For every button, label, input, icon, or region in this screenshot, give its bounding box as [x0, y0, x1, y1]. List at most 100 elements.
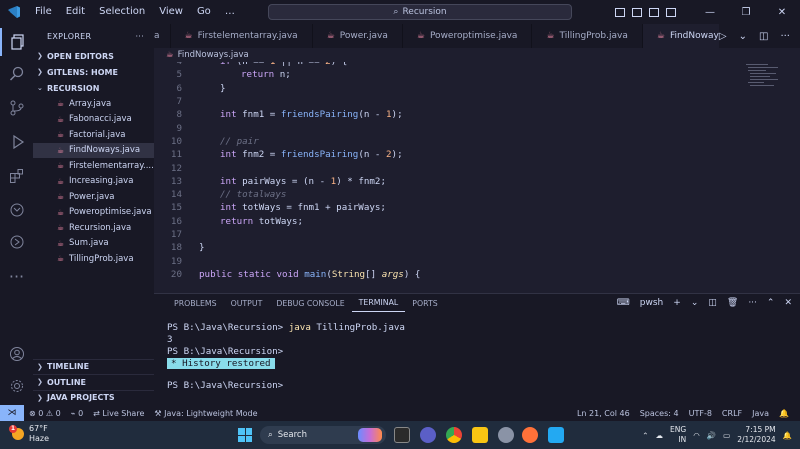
tray-overflow-icon[interactable]: ⌃ — [642, 431, 648, 440]
customize-layout-icon[interactable] — [666, 7, 676, 17]
restore-icon[interactable]: ❐ — [728, 7, 764, 18]
file-item[interactable]: ☕ Poweroptimise.java — [33, 205, 154, 221]
problems-status[interactable]: ⊗ 0 ⚠ 0 — [24, 409, 66, 418]
settings-app-icon[interactable] — [498, 427, 514, 443]
menu-view[interactable]: View — [152, 0, 190, 24]
outline-section[interactable]: ❯ OUTLINE — [33, 374, 154, 390]
browser-app-icon[interactable] — [522, 427, 538, 443]
file-item[interactable]: ☕ TillingProb.java — [33, 251, 154, 267]
notifications-bell-icon[interactable]: 🔔 — [774, 409, 794, 418]
command-center-search[interactable]: ⌕ Recursion — [268, 4, 572, 20]
copilot-icon[interactable] — [358, 428, 382, 442]
split-editor-icon[interactable]: ◫ — [759, 31, 768, 42]
maximize-panel-icon[interactable]: ⌃ — [767, 298, 775, 308]
tab-tillingprob[interactable]: ☕ TillingProb.java — [532, 24, 643, 48]
file-item[interactable]: ☕ Fabonacci.java — [33, 112, 154, 128]
timeline-section[interactable]: ❯ TIMELINE — [33, 358, 154, 375]
tab-overflow[interactable]: a — [154, 24, 171, 48]
java-mode-status[interactable]: ⚒ Java: Lightweight Mode — [149, 409, 262, 418]
toggle-sidebar-icon[interactable] — [615, 7, 625, 17]
chrome-icon[interactable] — [446, 427, 462, 443]
toggle-panel-icon[interactable] — [632, 7, 642, 17]
menu-go[interactable]: Go — [190, 0, 218, 24]
menu-file[interactable]: File — [28, 0, 59, 24]
close-panel-icon[interactable]: ✕ — [784, 298, 792, 308]
tab-power[interactable]: ☕ Power.java — [313, 24, 403, 48]
file-item[interactable]: ☕ Array.java — [33, 96, 154, 112]
remote-explorer-icon[interactable] — [0, 196, 33, 224]
tab-poweroptimise[interactable]: ☕ Poweroptimise.java — [403, 24, 533, 48]
recursion-folder[interactable]: ⌄ RECURSION — [33, 80, 154, 96]
task-view-icon[interactable] — [394, 427, 410, 443]
live-share-status[interactable]: ⇄ Live Share — [88, 409, 149, 418]
file-item[interactable]: ☕ Sum.java — [33, 236, 154, 252]
run-java-icon[interactable]: ▷ — [719, 31, 727, 42]
minimize-icon[interactable]: — — [692, 7, 728, 18]
explorer-icon[interactable] — [0, 28, 33, 56]
indentation[interactable]: Spaces: 4 — [635, 409, 684, 418]
notification-icon[interactable]: 🔔 — [783, 431, 792, 440]
file-explorer-icon[interactable] — [472, 427, 488, 443]
tab-label: Poweroptimise.java — [429, 31, 518, 41]
search-view-icon[interactable] — [0, 60, 33, 88]
code-editor[interactable]: 4if (n == 1 || n == 2) {5return n;6}78in… — [154, 62, 800, 293]
teams-chat-icon[interactable] — [420, 427, 436, 443]
gitlens-home-section[interactable]: ❯ GITLENS: HOME — [33, 64, 154, 80]
explorer-more-icon[interactable]: ··· — [135, 32, 144, 41]
tab-output[interactable]: OUTPUT — [224, 294, 270, 312]
toggle-secondary-sidebar-icon[interactable] — [649, 7, 659, 17]
terminal-dropdown-icon[interactable]: ⌄ — [691, 298, 699, 308]
close-window-icon[interactable]: ✕ — [764, 7, 800, 18]
line-ending[interactable]: CRLF — [717, 409, 747, 418]
tab-problems[interactable]: PROBLEMS — [167, 294, 224, 312]
ports-status[interactable]: ⌁ 0 — [66, 409, 88, 418]
tab-firstelementarray[interactable]: ☕ Firstelementarray.java — [171, 24, 313, 48]
file-item[interactable]: ☕ Recursion.java — [33, 220, 154, 236]
run-debug-icon[interactable] — [0, 128, 33, 156]
file-item[interactable]: ☕ FindNoways.java — [33, 142, 154, 158]
run-dropdown-icon[interactable]: ⌄ — [739, 31, 747, 42]
account-icon[interactable] — [0, 340, 33, 368]
volume-icon[interactable]: 🔊 — [707, 431, 716, 440]
battery-icon[interactable]: ▭ — [723, 431, 730, 440]
tab-debug-console[interactable]: DEBUG CONSOLE — [269, 294, 351, 312]
settings-gear-icon[interactable] — [0, 372, 33, 400]
gitlens-icon[interactable] — [0, 228, 33, 256]
menu-selection[interactable]: Selection — [92, 0, 152, 24]
cursor-position[interactable]: Ln 21, Col 46 — [572, 409, 635, 418]
language-mode[interactable]: Java — [747, 409, 774, 418]
tab-ports[interactable]: PORTS — [405, 294, 444, 312]
clock[interactable]: 7:15 PM 2/12/2024 — [737, 425, 775, 445]
onedrive-icon[interactable]: ☁ — [656, 431, 664, 440]
windows-start-icon[interactable] — [238, 428, 252, 442]
split-terminal-icon[interactable]: ◫ — [708, 298, 717, 308]
new-terminal-icon[interactable]: + — [673, 298, 681, 308]
language-indicator[interactable]: ENG IN — [670, 425, 686, 445]
taskbar-search[interactable]: ⌕ Search — [260, 426, 386, 444]
terminal-shell-name[interactable]: pwsh — [640, 298, 663, 308]
open-editors-section[interactable]: ❯ OPEN EDITORS — [33, 48, 154, 64]
file-item[interactable]: ☕ Factorial.java — [33, 127, 154, 143]
more-actions-icon[interactable]: ··· — [748, 298, 757, 308]
extensions-icon[interactable] — [0, 162, 33, 190]
breadcrumb-file[interactable]: FindNoways.java — [178, 50, 249, 60]
encoding[interactable]: UTF-8 — [684, 409, 717, 418]
vscode-taskbar-icon[interactable] — [548, 427, 564, 443]
more-actions-icon[interactable]: ··· — [780, 31, 790, 42]
more-views-icon[interactable]: ··· — [0, 262, 33, 290]
remote-indicator-icon[interactable]: ⋊ — [0, 405, 24, 421]
minimap[interactable] — [746, 62, 786, 102]
file-item[interactable]: ☕ Firstelementarray.... — [33, 158, 154, 174]
tab-terminal[interactable]: TERMINAL — [351, 294, 406, 312]
code-text: // totalways — [220, 189, 287, 201]
java-projects-section[interactable]: ❯ JAVA PROJECTS — [33, 389, 154, 406]
file-item[interactable]: ☕ Increasing.java — [33, 174, 154, 190]
kill-terminal-icon[interactable]: 🗑 — [727, 298, 738, 308]
weather-widget[interactable]: 1 67°F Haze — [9, 424, 49, 444]
menu-edit[interactable]: Edit — [59, 0, 92, 24]
source-control-icon[interactable] — [0, 94, 33, 122]
wifi-icon[interactable]: ◠ — [693, 431, 700, 440]
menu-more[interactable]: … — [218, 0, 242, 24]
terminal-output[interactable]: PS B:\Java\Recursion> java TillingProb.j… — [167, 322, 405, 392]
file-item[interactable]: ☕ Power.java — [33, 189, 154, 205]
